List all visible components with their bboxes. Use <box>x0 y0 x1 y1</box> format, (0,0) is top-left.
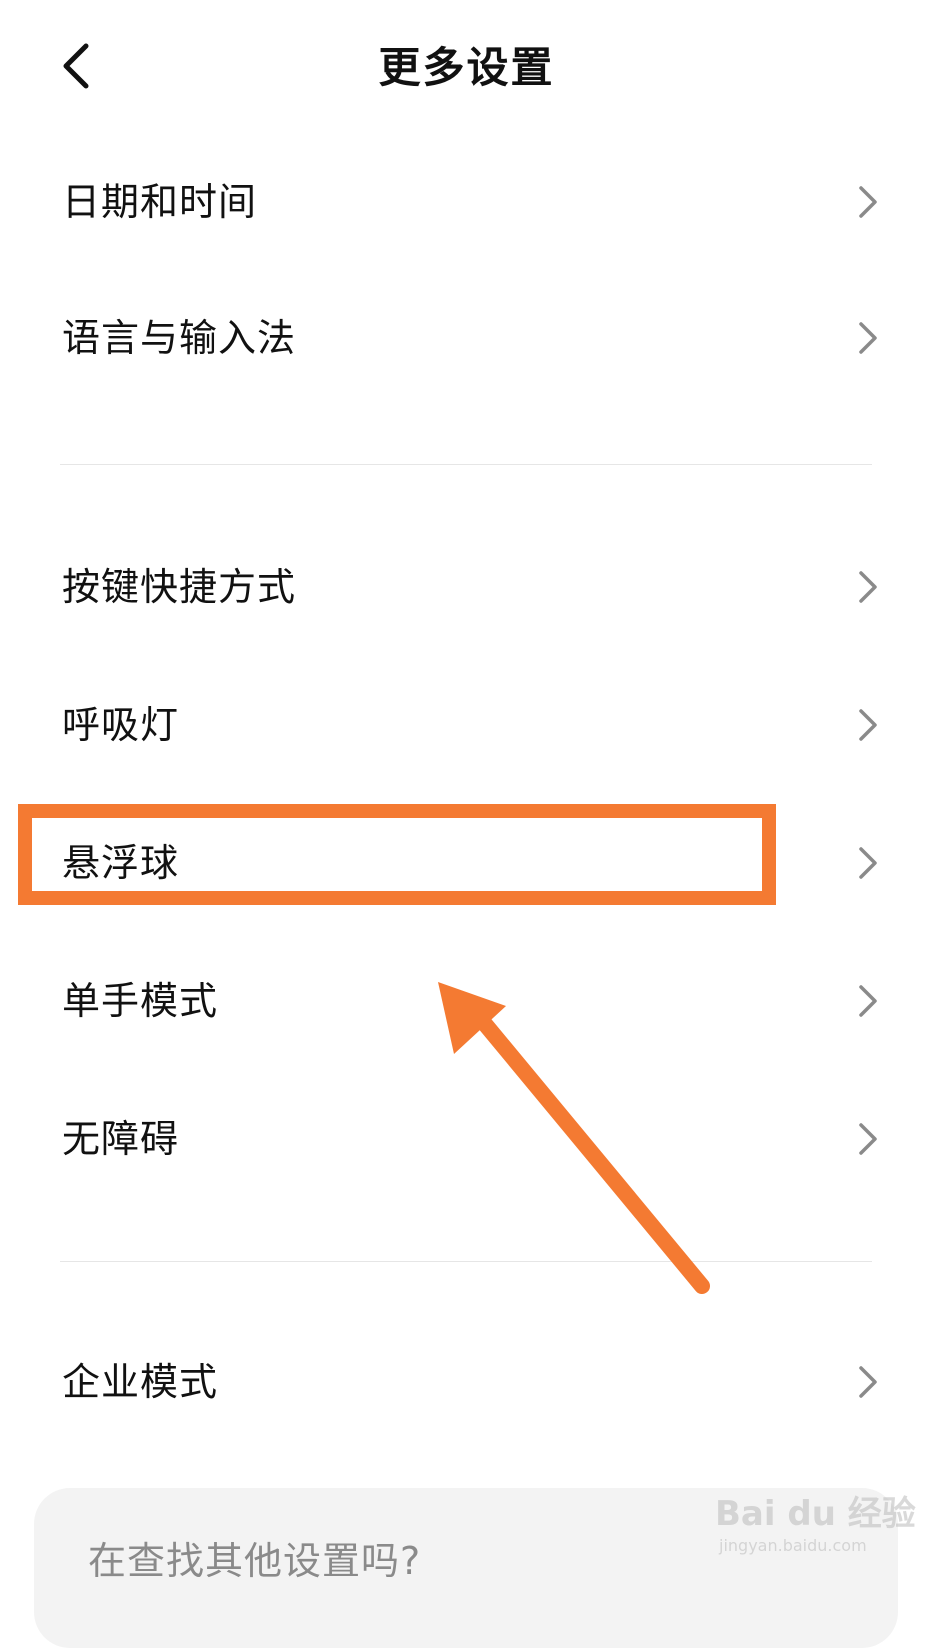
settings-item-label: 语言与输入法 <box>62 316 297 360</box>
chevron-right-icon <box>859 322 877 354</box>
header: 更多设置 <box>0 0 933 140</box>
settings-item-accessibility[interactable]: 无障碍 <box>0 1071 933 1207</box>
settings-item-label: 无障碍 <box>62 1117 180 1161</box>
settings-item-date-time[interactable]: 日期和时间 <box>0 134 933 270</box>
chevron-right-icon <box>859 186 877 218</box>
chevron-right-icon <box>859 985 877 1017</box>
search-prompt-text: 在查找其他设置吗? <box>88 1539 422 1583</box>
settings-item-floating-ball[interactable]: 悬浮球 <box>0 795 933 931</box>
settings-item-label: 日期和时间 <box>62 180 258 224</box>
page-title: 更多设置 <box>378 43 555 92</box>
settings-item-label: 悬浮球 <box>62 841 180 885</box>
settings-item-language-input[interactable]: 语言与输入法 <box>0 270 933 406</box>
settings-item-label: 呼吸灯 <box>62 703 180 747</box>
chevron-right-icon <box>859 1366 877 1398</box>
settings-item-button-shortcuts[interactable]: 按键快捷方式 <box>0 519 933 655</box>
settings-item-label: 企业模式 <box>62 1360 219 1404</box>
divider <box>60 1261 872 1262</box>
settings-item-label: 单手模式 <box>62 979 219 1023</box>
chevron-right-icon <box>859 571 877 603</box>
watermark-url: jingyan.baidu.com <box>719 1536 867 1555</box>
settings-item-label: 按键快捷方式 <box>62 565 297 609</box>
watermark-brand: Bai du 经验 <box>715 1494 916 1534</box>
settings-item-enterprise-mode[interactable]: 企业模式 <box>0 1314 933 1450</box>
divider <box>60 464 872 465</box>
chevron-right-icon <box>859 709 877 741</box>
chevron-right-icon <box>859 1123 877 1155</box>
settings-item-one-handed-mode[interactable]: 单手模式 <box>0 933 933 1069</box>
settings-item-breathing-light[interactable]: 呼吸灯 <box>0 657 933 793</box>
chevron-right-icon <box>859 847 877 879</box>
watermark-logo: Bai du 经验 jingyan.baidu.com <box>715 1486 916 1576</box>
